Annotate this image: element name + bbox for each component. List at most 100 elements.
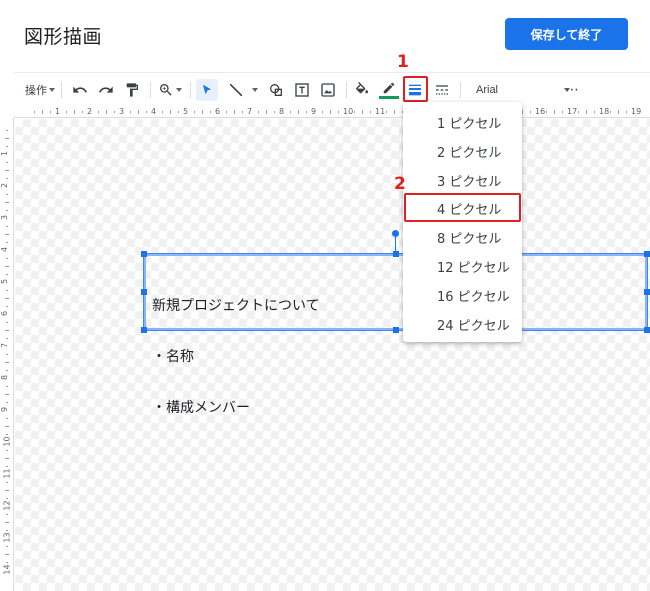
ruler-tick-label: 3 — [0, 214, 10, 221]
ruler-dot — [530, 111, 531, 113]
ruler-dot — [6, 386, 8, 387]
drawing-canvas[interactable] — [15, 119, 650, 591]
line-weight-option[interactable]: 16 ピクセル — [403, 283, 522, 307]
ruler-dot — [6, 130, 8, 131]
text-box-icon — [295, 83, 309, 97]
ruler-tick-label: 11 — [375, 107, 386, 116]
rotation-handle[interactable] — [392, 230, 399, 237]
ruler-dot — [66, 111, 67, 113]
more-options-button[interactable]: ⋯ — [562, 79, 582, 101]
ruler-dot — [6, 194, 8, 195]
line-dash-icon — [436, 85, 448, 95]
resize-handle[interactable] — [644, 289, 650, 295]
ruler-dot — [6, 418, 8, 419]
ruler-tick-label: 1 — [0, 150, 10, 157]
line-dash-button[interactable] — [432, 79, 452, 101]
ruler-dot — [6, 434, 8, 435]
chevron-down-icon — [252, 88, 258, 92]
line-weight-option[interactable]: 2 ピクセル — [403, 139, 522, 163]
ruler-dot — [354, 111, 355, 113]
ruler-dot — [5, 298, 9, 299]
ruler-dot — [594, 111, 595, 113]
ruler-tick-label: 7 — [0, 342, 10, 349]
ruler-dot — [242, 111, 243, 113]
ruler-dot — [50, 111, 51, 113]
zoom-button[interactable] — [156, 79, 184, 101]
resize-handle[interactable] — [393, 251, 399, 257]
line-weight-option[interactable]: 3 ピクセル — [403, 168, 522, 192]
image-tool[interactable] — [318, 79, 338, 101]
line-weight-option[interactable]: 24 ピクセル — [403, 312, 522, 336]
ruler-tick-label: 16 — [535, 107, 546, 116]
line-weight-option[interactable]: 1 ピクセル — [403, 110, 522, 134]
ruler-dot — [6, 370, 8, 371]
ruler-tick-label: 19 — [631, 107, 642, 116]
ruler-dot — [5, 330, 9, 331]
ruler-dot — [330, 110, 331, 114]
toolbar: 操作 Arial ⋯ — [14, 72, 650, 106]
ruler-dot — [562, 111, 563, 113]
undo-button[interactable] — [70, 79, 90, 101]
ruler-tick-label: 2 — [0, 182, 10, 189]
ruler-dot — [6, 274, 8, 275]
text-box-tool[interactable] — [292, 79, 312, 101]
ruler-dot — [6, 322, 8, 323]
chevron-down-icon — [49, 88, 55, 92]
ruler-dot — [170, 110, 171, 114]
drawing-dialog: 図形描画 保存して終了 操作 Arial ⋯ 1 1 2 3 4 5 6 7 8… — [0, 0, 650, 591]
ruler-tick-label: 8 — [279, 107, 285, 116]
line-weight-option[interactable]: 12 ピクセル — [403, 254, 522, 278]
resize-handle[interactable] — [141, 251, 147, 257]
fill-color-button[interactable] — [352, 79, 372, 101]
ruler-dot — [322, 111, 323, 113]
vertical-ruler[interactable]: 1 2 3 4 5 6 7 8 9 10 11 12 13 14 — [0, 118, 14, 591]
zoom-icon — [160, 84, 172, 96]
ruler-dot — [5, 490, 9, 491]
ruler-dot — [554, 110, 555, 114]
ruler-dot — [6, 178, 8, 179]
ruler-dot — [546, 111, 547, 113]
ruler-dot — [74, 110, 75, 114]
dialog-title: 図形描画 — [24, 26, 103, 48]
ruler-dot — [82, 111, 83, 113]
line-weight-option[interactable]: 8 ピクセル — [403, 225, 522, 249]
ruler-tick-label: 13 — [2, 532, 12, 543]
text-box-content[interactable]: 新規プロジェクトについて ・名称 ・構成メンバー — [152, 264, 320, 451]
ruler-dot — [258, 111, 259, 113]
font-select[interactable]: Arial — [476, 79, 570, 101]
line-color-button[interactable] — [378, 79, 400, 101]
resize-handle[interactable] — [141, 327, 147, 333]
step-1-highlight — [403, 76, 428, 102]
horizontal-ruler[interactable]: 12345678910111213141516171819 — [14, 106, 650, 118]
ruler-dot — [6, 354, 8, 355]
resize-handle[interactable] — [393, 327, 399, 333]
shape-tool[interactable] — [266, 79, 286, 101]
ruler-dot — [578, 111, 579, 113]
ruler-dot — [6, 242, 8, 243]
line-color-icon — [383, 82, 395, 94]
actions-menu[interactable]: 操作 — [24, 79, 56, 101]
text-line: 新規プロジェクトについて — [152, 298, 320, 314]
save-and-close-button[interactable]: 保存して終了 — [505, 18, 628, 50]
paint-format-button[interactable] — [122, 79, 142, 101]
paint-format-icon — [126, 83, 138, 97]
resize-handle[interactable] — [644, 251, 650, 257]
ruler-dot — [5, 394, 9, 395]
ruler-dot — [6, 482, 8, 483]
toolbar-divider — [190, 82, 191, 98]
ruler-dot — [146, 111, 147, 113]
resize-handle[interactable] — [644, 327, 650, 333]
ruler-dot — [5, 266, 9, 267]
ruler-tick-label: 6 — [0, 310, 10, 317]
redo-button[interactable] — [96, 79, 116, 101]
ruler-tick-label: 17 — [567, 107, 578, 116]
more-icon: ⋯ — [565, 82, 579, 98]
ruler-tick-label: 14 — [2, 564, 12, 575]
ruler-dot — [394, 110, 395, 114]
toolbar-divider — [346, 82, 347, 98]
select-tool[interactable] — [196, 79, 218, 101]
line-tool[interactable] — [224, 79, 262, 101]
ruler-dot — [106, 110, 107, 114]
resize-handle[interactable] — [141, 289, 147, 295]
ruler-dot — [42, 110, 43, 114]
